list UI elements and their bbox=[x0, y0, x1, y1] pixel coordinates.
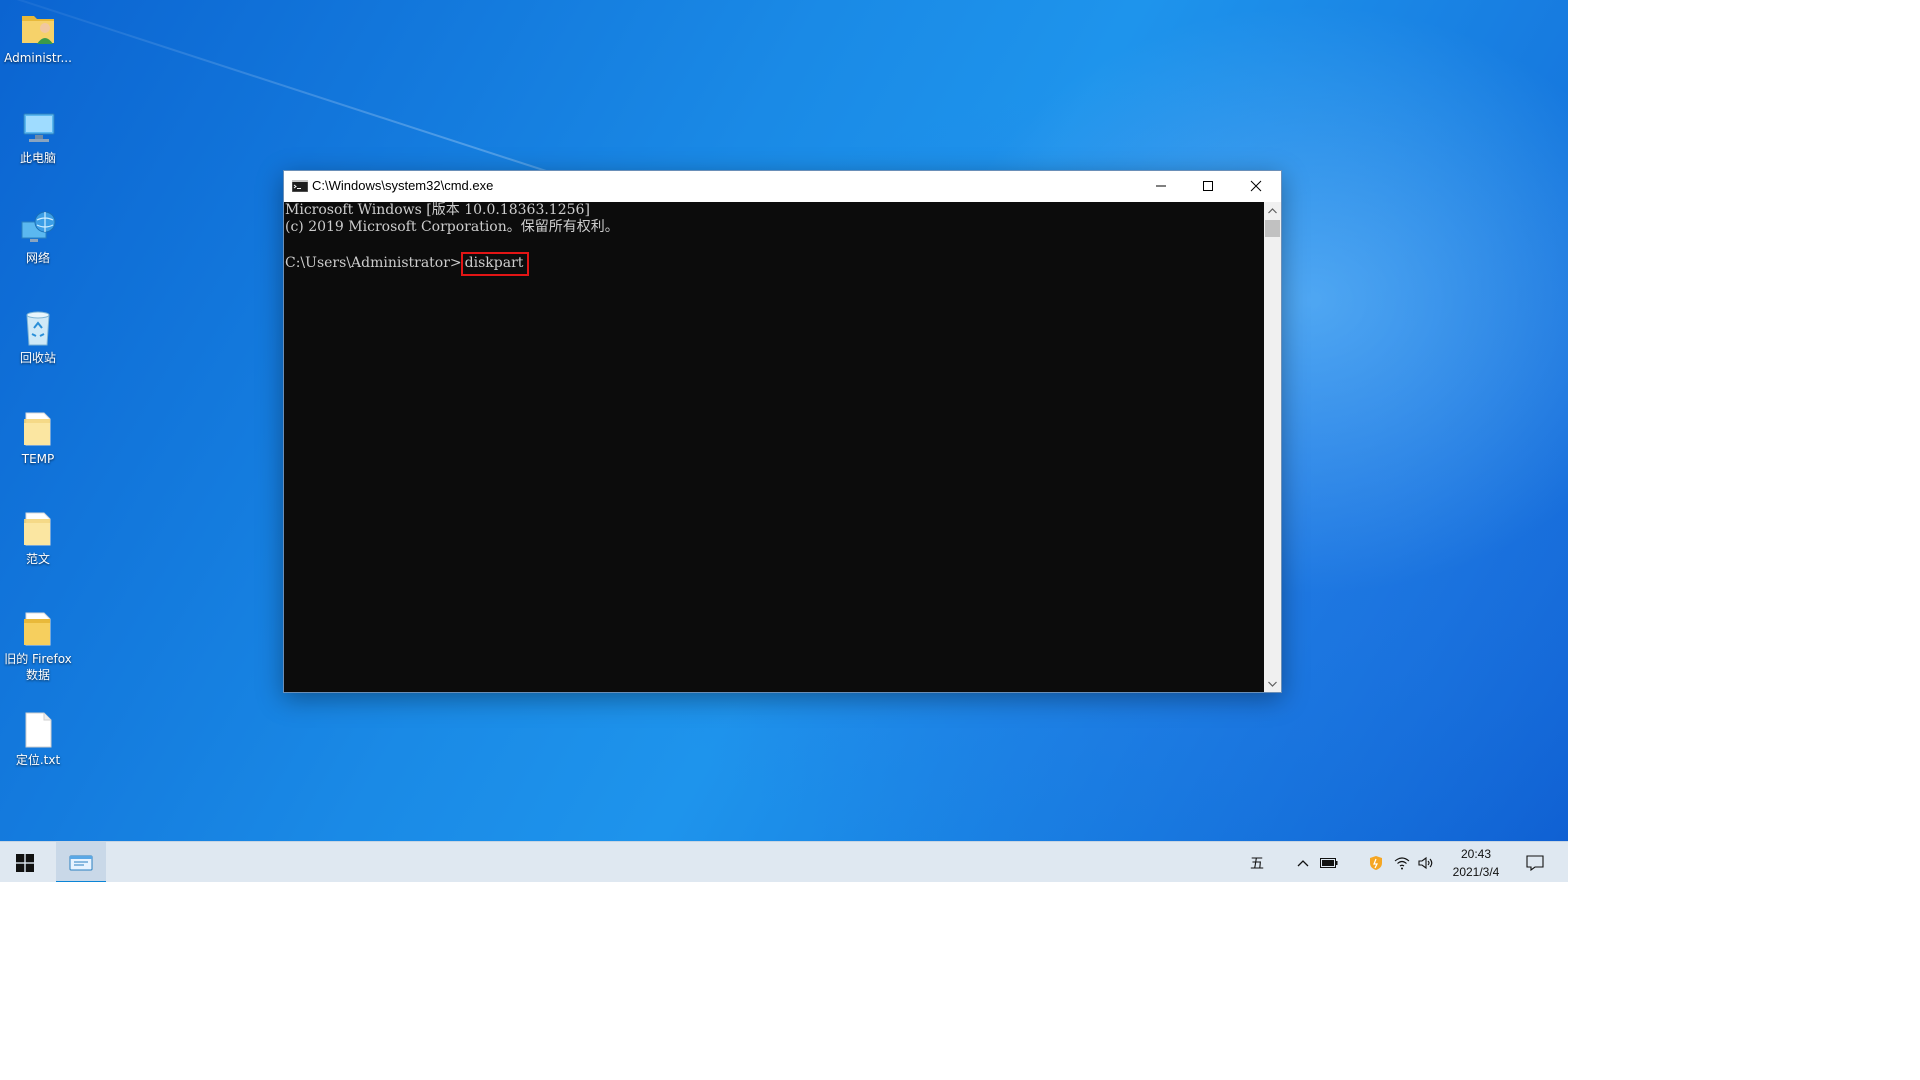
console-line: (c) 2019 Microsoft Corporation。保留所有权利。 bbox=[285, 218, 619, 235]
show-hidden-icons-button[interactable] bbox=[1292, 842, 1314, 882]
desktop-icon-label: 此电脑 bbox=[19, 151, 56, 165]
desktop-icon-network[interactable]: 网络 bbox=[0, 208, 76, 266]
battery-icon bbox=[1320, 857, 1338, 868]
console-command: diskpart bbox=[464, 254, 524, 271]
close-button[interactable] bbox=[1233, 171, 1279, 201]
folder-icon bbox=[24, 512, 51, 546]
recycle-bin-icon bbox=[26, 311, 50, 346]
minimize-button[interactable] bbox=[1138, 171, 1184, 201]
terminal-window-icon bbox=[69, 855, 93, 870]
console-line: Microsoft Windows [版本 10.0.18363.1256] bbox=[285, 202, 590, 218]
start-button[interactable] bbox=[0, 842, 50, 882]
notification-icon bbox=[1526, 854, 1544, 871]
desktop-icon-old-firefox-data[interactable]: 旧的 Firefox 数据 bbox=[0, 609, 76, 683]
volume-icon bbox=[1418, 856, 1433, 869]
active-indicator bbox=[56, 881, 106, 882]
cmd-window[interactable]: C:\Windows\system32\cmd.exe Microsoft Wi… bbox=[283, 170, 1282, 693]
clock-time: 20:43 bbox=[1460, 847, 1492, 861]
desktop-icon-recycle-bin[interactable]: 回收站 bbox=[0, 308, 76, 366]
desktop-icon-this-pc[interactable]: 此电脑 bbox=[0, 108, 76, 166]
maximize-icon bbox=[1203, 181, 1213, 191]
desktop-icon-administrator[interactable]: Administr... bbox=[0, 8, 76, 66]
tray-security[interactable] bbox=[1364, 842, 1388, 882]
minimize-icon bbox=[1156, 185, 1166, 187]
desktop-icon-label: 定位.txt bbox=[15, 753, 61, 767]
desktop-icon-label: Administr... bbox=[4, 51, 72, 65]
close-icon bbox=[1250, 180, 1262, 192]
desktop-icon-label: 范文 bbox=[25, 552, 50, 566]
desktop-icon-fanwen[interactable]: 范文 bbox=[0, 509, 76, 567]
folder-icon bbox=[24, 412, 51, 446]
desktop-icon-temp[interactable]: TEMP bbox=[0, 409, 76, 467]
window-title: C:\Windows\system32\cmd.exe bbox=[312, 178, 494, 193]
tray-volume[interactable] bbox=[1414, 842, 1438, 882]
console-prompt: C:\Users\Administrator> bbox=[285, 254, 462, 271]
maximize-button[interactable] bbox=[1185, 171, 1231, 201]
tray-wifi[interactable] bbox=[1390, 842, 1414, 882]
desktop: Administr... 此电脑 网络 回收站 TEMP 范文 旧的 Firef… bbox=[0, 0, 1568, 882]
ime-indicator[interactable]: 五 bbox=[1242, 842, 1272, 882]
network-icon bbox=[21, 211, 56, 242]
console-scrollbar[interactable] bbox=[1264, 202, 1281, 692]
scroll-thumb[interactable] bbox=[1265, 220, 1280, 237]
wifi-icon bbox=[1394, 856, 1410, 869]
folder-icon bbox=[24, 612, 51, 646]
desktop-icon-label: 网络 bbox=[25, 251, 50, 265]
desktop-icon-label: TEMP bbox=[21, 452, 55, 466]
tray-battery[interactable] bbox=[1316, 842, 1342, 882]
this-pc-icon bbox=[23, 113, 55, 142]
scroll-down-button[interactable] bbox=[1264, 675, 1281, 692]
chevron-down-icon bbox=[1268, 681, 1277, 687]
console-prompt-line: C:\Users\Administrator> diskpart bbox=[284, 251, 1264, 276]
console-output[interactable]: Microsoft Windows [版本 10.0.18363.1256] (… bbox=[284, 202, 1264, 692]
windows-start-icon bbox=[16, 853, 34, 872]
user-folder-icon bbox=[22, 16, 54, 44]
desktop-icon-dingwei-txt[interactable]: 定位.txt bbox=[0, 710, 76, 768]
taskbar-app-console[interactable] bbox=[56, 842, 106, 882]
scroll-up-button[interactable] bbox=[1264, 202, 1281, 219]
desktop-icon-label: 回收站 bbox=[19, 351, 56, 365]
ime-mode-label: 五 bbox=[1250, 855, 1264, 872]
taskbar: 五 20:43 2021/3/4 bbox=[0, 841, 1568, 882]
chevron-up-icon bbox=[1297, 859, 1309, 866]
tray-clock[interactable]: 20:43 2021/3/4 bbox=[1444, 845, 1508, 881]
chevron-up-icon bbox=[1268, 207, 1277, 213]
clock-date: 2021/3/4 bbox=[1452, 865, 1500, 879]
security-shield-icon bbox=[1370, 855, 1382, 870]
desktop-icon-label: 旧的 Firefox 数据 bbox=[4, 652, 72, 682]
window-titlebar[interactable]: C:\Windows\system32\cmd.exe bbox=[284, 171, 1281, 202]
text-file-icon bbox=[25, 712, 52, 748]
console-icon bbox=[292, 180, 308, 192]
command-highlight-box: diskpart bbox=[460, 251, 530, 276]
action-center-button[interactable] bbox=[1518, 842, 1552, 882]
